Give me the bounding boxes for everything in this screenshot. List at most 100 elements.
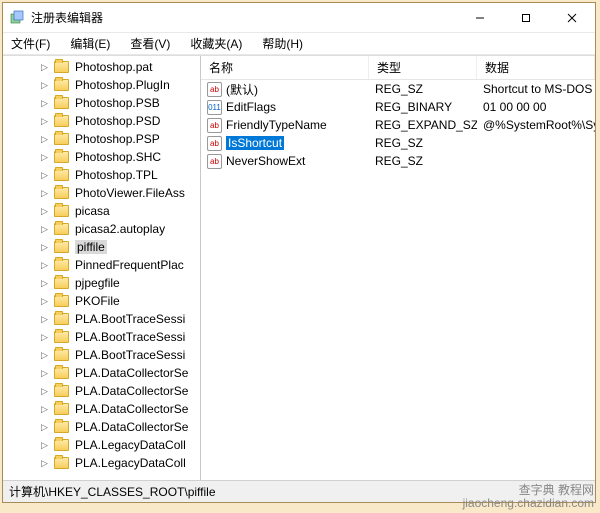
folder-icon <box>54 421 69 433</box>
folder-icon <box>54 115 69 127</box>
app-icon <box>9 10 25 26</box>
tree-item[interactable]: ▷ Photoshop.PSB <box>3 94 200 112</box>
binary-value-icon: 011 <box>207 100 222 115</box>
expand-icon[interactable]: ▷ <box>39 350 50 361</box>
tree-item[interactable]: ▷ piffile <box>3 238 200 256</box>
tree-item-label: PLA.DataCollectorSe <box>75 402 188 416</box>
titlebar: 注册表编辑器 <box>3 3 595 33</box>
tree-item[interactable]: ▷Photoshop.PlugIn <box>3 76 200 94</box>
list-row[interactable]: ab(默认)REG_SZShortcut to MS-DOS P <box>201 80 595 98</box>
expand-icon[interactable]: ▷ <box>39 422 50 433</box>
tree-item[interactable]: ▷PinnedFrequentPlac <box>3 256 200 274</box>
menu-view[interactable]: 查看(V) <box>126 33 174 54</box>
value-name: IsShortcut <box>226 136 284 150</box>
tree-item[interactable]: ▷ Photoshop.TPL <box>3 166 200 184</box>
tree-item-label: Photoshop.pat <box>75 60 152 74</box>
expand-icon[interactable]: ▷ <box>39 224 50 235</box>
menubar: 文件(F) 编辑(E) 查看(V) 收藏夹(A) 帮助(H) <box>3 33 595 55</box>
value-type: REG_SZ <box>369 82 477 96</box>
list-pane[interactable]: 名称 类型 数据 ab(默认)REG_SZShortcut to MS-DOS … <box>201 56 595 480</box>
tree-item-label: Photoshop.PSB <box>75 96 160 110</box>
expand-icon[interactable]: ▷ <box>39 332 50 343</box>
value-data: 01 00 00 00 <box>477 100 595 114</box>
tree-item-label: Photoshop.PSD <box>75 114 160 128</box>
menu-help[interactable]: 帮助(H) <box>258 33 307 54</box>
statusbar-path: 计算机\HKEY_CLASSES_ROOT\piffile <box>9 483 589 500</box>
folder-icon <box>54 385 69 397</box>
expand-icon[interactable]: ▷ <box>39 152 50 163</box>
tree-item[interactable]: ▷Photoshop.SHC <box>3 148 200 166</box>
tree-item[interactable]: ▷ picasa <box>3 202 200 220</box>
tree-item[interactable]: ▷PLA.BootTraceSessi <box>3 328 200 346</box>
menu-edit[interactable]: 编辑(E) <box>66 33 114 54</box>
tree-item[interactable]: ▷ pjpegfile <box>3 274 200 292</box>
tree-item-label: PLA.BootTraceSessi <box>75 312 185 326</box>
tree-item[interactable]: ▷ Photoshop.PSD <box>3 112 200 130</box>
expand-icon[interactable]: ▷ <box>39 314 50 325</box>
folder-icon <box>54 187 69 199</box>
tree-item[interactable]: ▷PhotoViewer.FileAss <box>3 184 200 202</box>
tree-item[interactable]: ▷ PLA.BootTraceSessi <box>3 310 200 328</box>
tree-item-label: PLA.LegacyDataColl <box>75 456 186 470</box>
column-header-name[interactable]: 名称 <box>201 56 369 79</box>
column-header-data[interactable]: 数据 <box>477 56 595 79</box>
folder-icon <box>54 313 69 325</box>
expand-icon[interactable]: ▷ <box>39 368 50 379</box>
tree-item[interactable]: ▷PLA.LegacyDataColl <box>3 436 200 454</box>
tree-item-label: picasa <box>75 204 110 218</box>
expand-icon[interactable]: ▷ <box>39 278 50 289</box>
folder-icon <box>54 223 69 235</box>
folder-icon <box>54 205 69 217</box>
folder-icon <box>54 403 69 415</box>
expand-icon[interactable]: ▷ <box>39 170 50 181</box>
tree-item[interactable]: ▷ PLA.DataCollectorSe <box>3 400 200 418</box>
tree-item-label: pjpegfile <box>75 276 120 290</box>
expand-icon[interactable]: ▷ <box>39 80 50 91</box>
tree-pane[interactable]: ▷Photoshop.pat▷Photoshop.PlugIn▷Photosho… <box>3 56 201 480</box>
menu-file[interactable]: 文件(F) <box>7 33 54 54</box>
expand-icon[interactable]: ▷ <box>39 98 50 109</box>
minimize-button[interactable] <box>457 3 503 32</box>
expand-icon[interactable]: ▷ <box>39 242 50 253</box>
list-row[interactable]: abNeverShowExtREG_SZ <box>201 152 595 170</box>
list-row[interactable]: abFriendlyTypeNameREG_EXPAND_SZ@%SystemR… <box>201 116 595 134</box>
tree-item[interactable]: ▷picasa2.autoplay <box>3 220 200 238</box>
tree-item[interactable]: ▷PKOFile <box>3 292 200 310</box>
column-header-type[interactable]: 类型 <box>369 56 477 79</box>
expand-icon[interactable]: ▷ <box>39 62 50 73</box>
tree-item[interactable]: ▷Photoshop.PSP <box>3 130 200 148</box>
tree-item-label: PLA.BootTraceSessi <box>75 348 185 362</box>
expand-icon[interactable]: ▷ <box>39 134 50 145</box>
tree-item-label: piffile <box>75 240 107 254</box>
close-button[interactable] <box>549 3 595 32</box>
maximize-button[interactable] <box>503 3 549 32</box>
value-data: @%SystemRoot%\Sys <box>477 118 595 132</box>
tree-item[interactable]: ▷PLA.DataCollectorSe <box>3 418 200 436</box>
tree-item[interactable]: ▷ PLA.DataCollectorSe <box>3 364 200 382</box>
tree-item-label: Photoshop.TPL <box>75 168 158 182</box>
expand-icon[interactable]: ▷ <box>39 116 50 127</box>
expand-icon[interactable]: ▷ <box>39 458 50 469</box>
folder-icon <box>54 367 69 379</box>
tree-item[interactable]: ▷ Photoshop.pat <box>3 58 200 76</box>
tree-item[interactable]: ▷ PLA.BootTraceSessi <box>3 346 200 364</box>
folder-icon <box>54 169 69 181</box>
expand-icon[interactable]: ▷ <box>39 440 50 451</box>
list-row[interactable]: 011EditFlagsREG_BINARY01 00 00 00 <box>201 98 595 116</box>
value-type: REG_BINARY <box>369 100 477 114</box>
value-name: NeverShowExt <box>226 154 305 168</box>
list-row[interactable]: abIsShortcutREG_SZ <box>201 134 595 152</box>
expand-icon[interactable]: ▷ <box>39 404 50 415</box>
folder-icon <box>54 97 69 109</box>
expand-icon[interactable]: ▷ <box>39 206 50 217</box>
expand-icon[interactable]: ▷ <box>39 296 50 307</box>
folder-icon <box>54 331 69 343</box>
expand-icon[interactable]: ▷ <box>39 188 50 199</box>
expand-icon[interactable]: ▷ <box>39 386 50 397</box>
value-type: REG_EXPAND_SZ <box>369 118 477 132</box>
tree-item[interactable]: ▷PLA.DataCollectorSe <box>3 382 200 400</box>
tree-item[interactable]: ▷ PLA.LegacyDataColl <box>3 454 200 472</box>
tree-item-label: PLA.DataCollectorSe <box>75 366 188 380</box>
menu-favorites[interactable]: 收藏夹(A) <box>186 33 246 54</box>
expand-icon[interactable]: ▷ <box>39 260 50 271</box>
